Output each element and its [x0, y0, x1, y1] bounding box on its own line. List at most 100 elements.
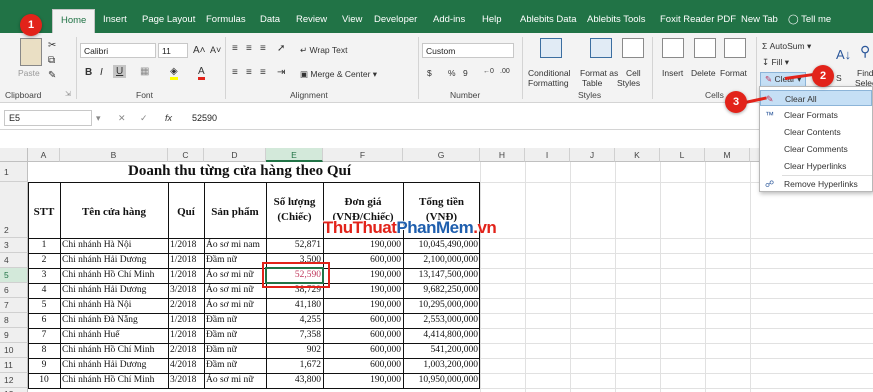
cell-quarter[interactable]: 1/2018	[168, 268, 204, 283]
cell-quarter[interactable]: 4/2018	[168, 358, 204, 373]
fill-button[interactable]: ↧ Fill ▾	[762, 57, 789, 68]
borders-icon[interactable]: ▦	[140, 66, 149, 77]
tab-foxit-reader-pdf[interactable]: Foxit Reader PDF	[660, 14, 736, 25]
conditional-formatting-label[interactable]: Conditional	[528, 68, 571, 78]
bold-button[interactable]: B	[85, 67, 92, 78]
grow-font-button[interactable]: A˄	[193, 45, 206, 56]
find-icon[interactable]: ⚲	[860, 43, 870, 60]
cell-price[interactable]: 190,000	[323, 283, 403, 298]
cell-price[interactable]: 190,000	[323, 298, 403, 313]
cell-quantity[interactable]: 7,358	[266, 328, 323, 343]
decrease-decimal-icon[interactable]: .00	[500, 68, 510, 75]
column-header-a[interactable]: A	[28, 148, 60, 162]
row-header-8[interactable]: 8	[0, 313, 28, 328]
cell-quantity[interactable]: 52,871	[266, 238, 323, 253]
row-header-10[interactable]: 10	[0, 343, 28, 358]
cell-price[interactable]: 190,000	[323, 268, 403, 283]
cell-product[interactable]: Áo sơ mi nữ	[204, 373, 266, 388]
align-middle-icon[interactable]: ≡	[246, 43, 252, 54]
cell-product[interactable]: Áo sơ mi nữ	[204, 283, 266, 298]
cell-total[interactable]: 1,003,200,000	[403, 358, 480, 373]
percent-button[interactable]: %	[448, 68, 456, 78]
column-header-j[interactable]: J	[570, 148, 615, 162]
cell-quarter[interactable]: 1/2018	[168, 238, 204, 253]
cell-product[interactable]: Áo sơ mi nam	[204, 238, 266, 253]
column-header-e[interactable]: E	[266, 148, 323, 162]
cell-price[interactable]: 190,000	[323, 238, 403, 253]
column-header-f[interactable]: F	[323, 148, 403, 162]
cell-store[interactable]: Chi nhánh Hồ Chí Minh	[60, 373, 168, 388]
cell-store[interactable]: Chi nhánh Hồ Chí Minh	[60, 343, 168, 358]
column-header-d[interactable]: D	[204, 148, 266, 162]
wrap-text-button[interactable]: ↵ Wrap Text	[300, 45, 347, 56]
row-header-13[interactable]: 13	[0, 388, 28, 392]
align-center-icon[interactable]: ≡	[246, 67, 252, 78]
format-as-table-label-2[interactable]: Table	[582, 78, 602, 88]
cell-store[interactable]: Chi nhánh Đà Nẵng	[60, 313, 168, 328]
cell-stt[interactable]: 6	[28, 313, 60, 328]
cell-store[interactable]: Chi nhánh Hải Dương	[60, 358, 168, 373]
cell-total[interactable]: 9,682,250,000	[403, 283, 480, 298]
tab-ablebits-data[interactable]: Ablebits Data	[520, 14, 577, 25]
currency-button[interactable]: $	[427, 68, 432, 78]
row-header-1[interactable]: 1	[0, 162, 28, 182]
cell-product[interactable]: Áo sơ mi nữ	[204, 268, 266, 283]
format-cells-button[interactable]: Format	[720, 68, 747, 78]
cancel-icon[interactable]: ✕	[118, 113, 126, 124]
fill-color-icon[interactable]: ◈	[170, 66, 178, 80]
tab-formulas[interactable]: Formulas	[206, 14, 246, 25]
select-all-corner[interactable]	[0, 148, 28, 162]
tab-insert[interactable]: Insert	[103, 14, 127, 25]
tab-page-layout[interactable]: Page Layout	[142, 14, 195, 25]
align-top-icon[interactable]: ≡	[232, 43, 238, 54]
cell-product[interactable]: Đầm nữ	[204, 313, 266, 328]
cell-store[interactable]: Chi nhánh Hải Dương	[60, 253, 168, 268]
cell-stt[interactable]: 8	[28, 343, 60, 358]
tab-view[interactable]: View	[342, 14, 362, 25]
cell-quantity[interactable]: 4,255	[266, 313, 323, 328]
cell-stt[interactable]: 10	[28, 373, 60, 388]
cell-stt[interactable]: 5	[28, 298, 60, 313]
indent-icon[interactable]: ⇥	[277, 67, 285, 78]
row-header-5[interactable]: 5	[0, 268, 28, 283]
italic-button[interactable]: I	[100, 67, 103, 78]
font-name-select[interactable]: Calibri	[80, 43, 156, 58]
cell-price[interactable]: 600,000	[323, 313, 403, 328]
tab-developer[interactable]: Developer	[374, 14, 417, 25]
column-header-k[interactable]: K	[615, 148, 660, 162]
cell-stt[interactable]: 9	[28, 358, 60, 373]
menu-item-clear-all[interactable]: ✎ Clear All	[760, 90, 872, 106]
cell-price[interactable]: 600,000	[323, 328, 403, 343]
align-right-icon[interactable]: ≡	[260, 67, 266, 78]
font-color-icon[interactable]: A	[198, 66, 205, 80]
cell-stt[interactable]: 7	[28, 328, 60, 343]
cell-price[interactable]: 600,000	[323, 253, 403, 268]
format-as-table-icon[interactable]	[590, 38, 612, 58]
cell-quantity[interactable]: 1,672	[266, 358, 323, 373]
cell-quantity[interactable]: 902	[266, 343, 323, 358]
cell-price[interactable]: 600,000	[323, 358, 403, 373]
tab-add-ins[interactable]: Add-ins	[433, 14, 465, 25]
name-box-dropdown-icon[interactable]: ▾	[96, 113, 101, 124]
cell-total[interactable]: 10,950,000,000	[403, 373, 480, 388]
cell-stt[interactable]: 4	[28, 283, 60, 298]
tab-ablebits-tools[interactable]: Ablebits Tools	[587, 14, 645, 25]
column-header-b[interactable]: B	[60, 148, 168, 162]
column-header-g[interactable]: G	[403, 148, 480, 162]
align-left-icon[interactable]: ≡	[232, 67, 238, 78]
cell-quarter[interactable]: 3/2018	[168, 373, 204, 388]
row-header-7[interactable]: 7	[0, 298, 28, 313]
menu-item-remove-hyperlinks[interactable]: ☍ Remove Hyperlinks	[760, 176, 872, 192]
row-header-3[interactable]: 3	[0, 238, 28, 253]
cell-styles-label-2[interactable]: Styles	[617, 78, 640, 88]
cell-price[interactable]: 600,000	[323, 343, 403, 358]
cell-styles-label[interactable]: Cell	[626, 68, 641, 78]
align-bottom-icon[interactable]: ≡	[260, 43, 266, 54]
row-header-9[interactable]: 9	[0, 328, 28, 343]
underline-button[interactable]: U	[113, 65, 127, 78]
find-select-button[interactable]: Find	[857, 68, 873, 78]
cell-total[interactable]: 10,295,000,000	[403, 298, 480, 313]
delete-cells-button[interactable]: Delete	[691, 68, 716, 78]
cell-product[interactable]: Đầm nữ	[204, 328, 266, 343]
conditional-formatting-label-2[interactable]: Formatting	[528, 78, 569, 88]
